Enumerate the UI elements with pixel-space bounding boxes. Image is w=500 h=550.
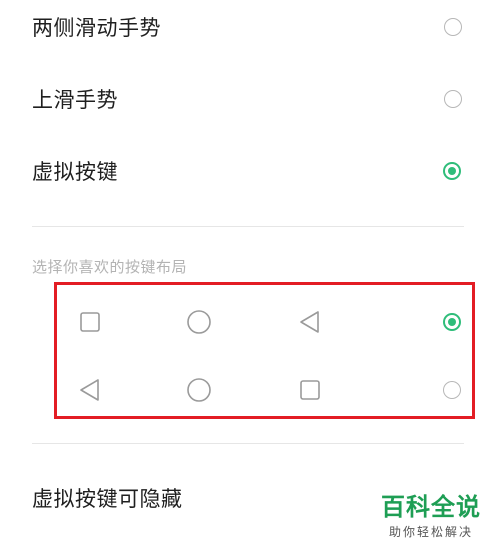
square-icon bbox=[300, 380, 320, 400]
radio-key-layout-1[interactable] bbox=[443, 313, 461, 331]
section-caption: 选择你喜欢的按键布局 bbox=[32, 258, 188, 276]
key-layout-selector bbox=[54, 282, 475, 419]
watermark-title: 百科全说 bbox=[381, 493, 481, 521]
square-icon bbox=[80, 312, 100, 332]
key-layout-row-2[interactable] bbox=[57, 367, 478, 417]
back-triangle-icon bbox=[80, 379, 99, 401]
radio-virtual-keys[interactable] bbox=[443, 162, 461, 180]
radio-swipe-up[interactable] bbox=[444, 90, 462, 108]
divider bbox=[32, 443, 464, 444]
circle-icon bbox=[187, 378, 211, 402]
option-label: 虚拟按键 bbox=[32, 160, 118, 184]
option-label: 两侧滑动手势 bbox=[32, 16, 161, 40]
key-layout-row-1[interactable] bbox=[57, 297, 478, 347]
option-label: 上滑手势 bbox=[32, 88, 118, 112]
circle-icon bbox=[187, 310, 211, 334]
watermark-logo: 百科全说 助你轻松解决 bbox=[376, 493, 486, 540]
radio-side-swipe[interactable] bbox=[444, 18, 462, 36]
watermark-subtitle: 助你轻松解决 bbox=[388, 525, 473, 539]
option-row-virtual-keys[interactable]: 虚拟按键 bbox=[0, 136, 500, 206]
back-triangle-icon bbox=[300, 311, 319, 333]
radio-key-layout-2[interactable] bbox=[443, 381, 461, 399]
option-row-side-swipe[interactable]: 两侧滑动手势 bbox=[0, 0, 500, 62]
option-label: 虚拟按键可隐藏 bbox=[32, 487, 183, 511]
option-row-swipe-up[interactable]: 上滑手势 bbox=[0, 64, 500, 134]
divider bbox=[32, 226, 464, 227]
